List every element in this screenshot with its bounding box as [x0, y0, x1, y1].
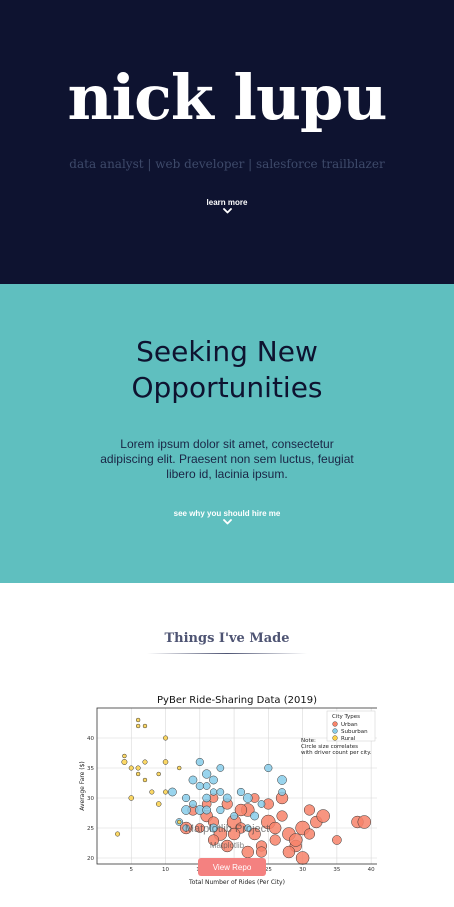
project-overlay-subtitle: Matplotlib — [209, 841, 245, 850]
point-suburban — [216, 805, 225, 815]
point-suburban — [195, 781, 204, 791]
x-tick-label: 35 — [333, 867, 340, 873]
legend-label-rural: Rural — [341, 736, 356, 742]
point-rural — [135, 771, 141, 777]
projects-title: Things I've Made — [164, 631, 290, 646]
y-tick-label: 30 — [87, 796, 94, 802]
point-suburban — [189, 800, 197, 808]
legend-label-urban: Urban — [341, 722, 358, 728]
point-suburban — [168, 787, 177, 797]
point-rural — [128, 795, 135, 801]
point-suburban — [195, 757, 204, 767]
point-rural — [122, 753, 127, 759]
point-suburban — [182, 793, 191, 803]
x-tick-label: 40 — [368, 867, 375, 873]
hero-tagline: data analyst | web developer | salesforc… — [69, 157, 385, 171]
legend-marker-rural — [332, 735, 338, 741]
legend-marker-urban — [332, 721, 338, 727]
point-urban — [303, 804, 316, 816]
learn-more-label: learn more — [206, 198, 248, 207]
point-rural — [162, 759, 169, 765]
y-tick-label: 40 — [87, 736, 94, 742]
view-repo-button[interactable]: View Repo — [198, 858, 266, 876]
chevron-down-icon — [222, 519, 232, 525]
point-suburban — [242, 793, 253, 803]
point-suburban — [202, 805, 212, 815]
x-axis-label: Total Number of Rides (Per City) — [188, 879, 285, 886]
learn-more-link[interactable]: learn more — [177, 198, 277, 214]
point-rural — [163, 735, 169, 741]
point-rural — [135, 765, 141, 771]
point-rural — [155, 801, 162, 807]
legend-label-suburban: Suburban — [341, 729, 368, 735]
point-suburban — [277, 775, 287, 785]
opportunities-title-line2: Opportunities — [131, 371, 323, 404]
point-rural — [163, 789, 169, 795]
hero-section: nick lupu data analyst | web developer |… — [0, 0, 454, 284]
chart-legend: City Types Urban Suburban Rural — [326, 710, 376, 742]
opportunities-title-line1: Seeking New — [136, 335, 318, 368]
x-tick-label: 5 — [130, 867, 134, 873]
opportunities-body: Lorem ipsum dolor sit amet, consectetur … — [100, 437, 354, 481]
project-overlay-title: Matplotlib Project — [184, 823, 270, 835]
opportunities-title: Seeking New Opportunities — [0, 334, 454, 406]
point-suburban — [202, 793, 211, 803]
chevron-down-icon — [222, 208, 232, 214]
point-suburban — [202, 782, 211, 790]
point-urban — [295, 851, 310, 865]
point-rural — [135, 717, 141, 723]
point-suburban — [188, 775, 198, 785]
y-tick-label: 35 — [87, 766, 94, 772]
point-suburban — [209, 775, 218, 785]
point-suburban — [278, 788, 286, 796]
projects-section: Things I've Made PyBer Ride-Sharing Data… — [0, 583, 454, 907]
y-tick-label: 20 — [87, 856, 94, 862]
title-divider — [147, 653, 307, 654]
point-suburban — [250, 811, 259, 821]
point-rural — [142, 723, 148, 729]
opportunities-section: Seeking New Opportunities Lorem ipsum do… — [0, 284, 454, 583]
point-rural — [142, 777, 148, 783]
point-rural — [177, 765, 182, 771]
x-tick-label: 30 — [299, 867, 306, 873]
point-suburban — [257, 800, 266, 808]
point-suburban — [202, 769, 212, 779]
point-urban — [316, 809, 330, 823]
project-card[interactable]: PyBer Ride-Sharing Data (2019) 510152025… — [77, 691, 377, 887]
point-suburban — [209, 788, 218, 796]
point-rural — [135, 723, 141, 729]
hire-me-link[interactable]: see why you should hire me — [167, 509, 287, 525]
point-suburban — [181, 805, 191, 815]
point-suburban — [230, 812, 238, 820]
point-suburban — [222, 793, 232, 803]
hero-name: nick lupu — [67, 61, 388, 134]
point-suburban — [216, 764, 225, 772]
point-rural — [128, 765, 134, 771]
y-axis-label: Average Fare ($) — [79, 761, 86, 811]
x-tick-label: 10 — [162, 867, 169, 873]
legend-marker-suburban — [332, 728, 338, 734]
point-suburban — [264, 763, 273, 773]
point-urban — [276, 810, 288, 822]
point-rural — [121, 759, 128, 765]
point-suburban — [236, 787, 245, 797]
point-rural — [156, 771, 161, 777]
point-rural — [142, 759, 148, 765]
point-rural — [149, 789, 155, 795]
hire-me-label: see why you should hire me — [173, 509, 281, 518]
chart-title: PyBer Ride-Sharing Data (2019) — [157, 695, 317, 706]
point-suburban — [216, 788, 225, 796]
legend-title: City Types — [332, 714, 360, 720]
note-line-3: with driver count per city. — [301, 750, 372, 756]
